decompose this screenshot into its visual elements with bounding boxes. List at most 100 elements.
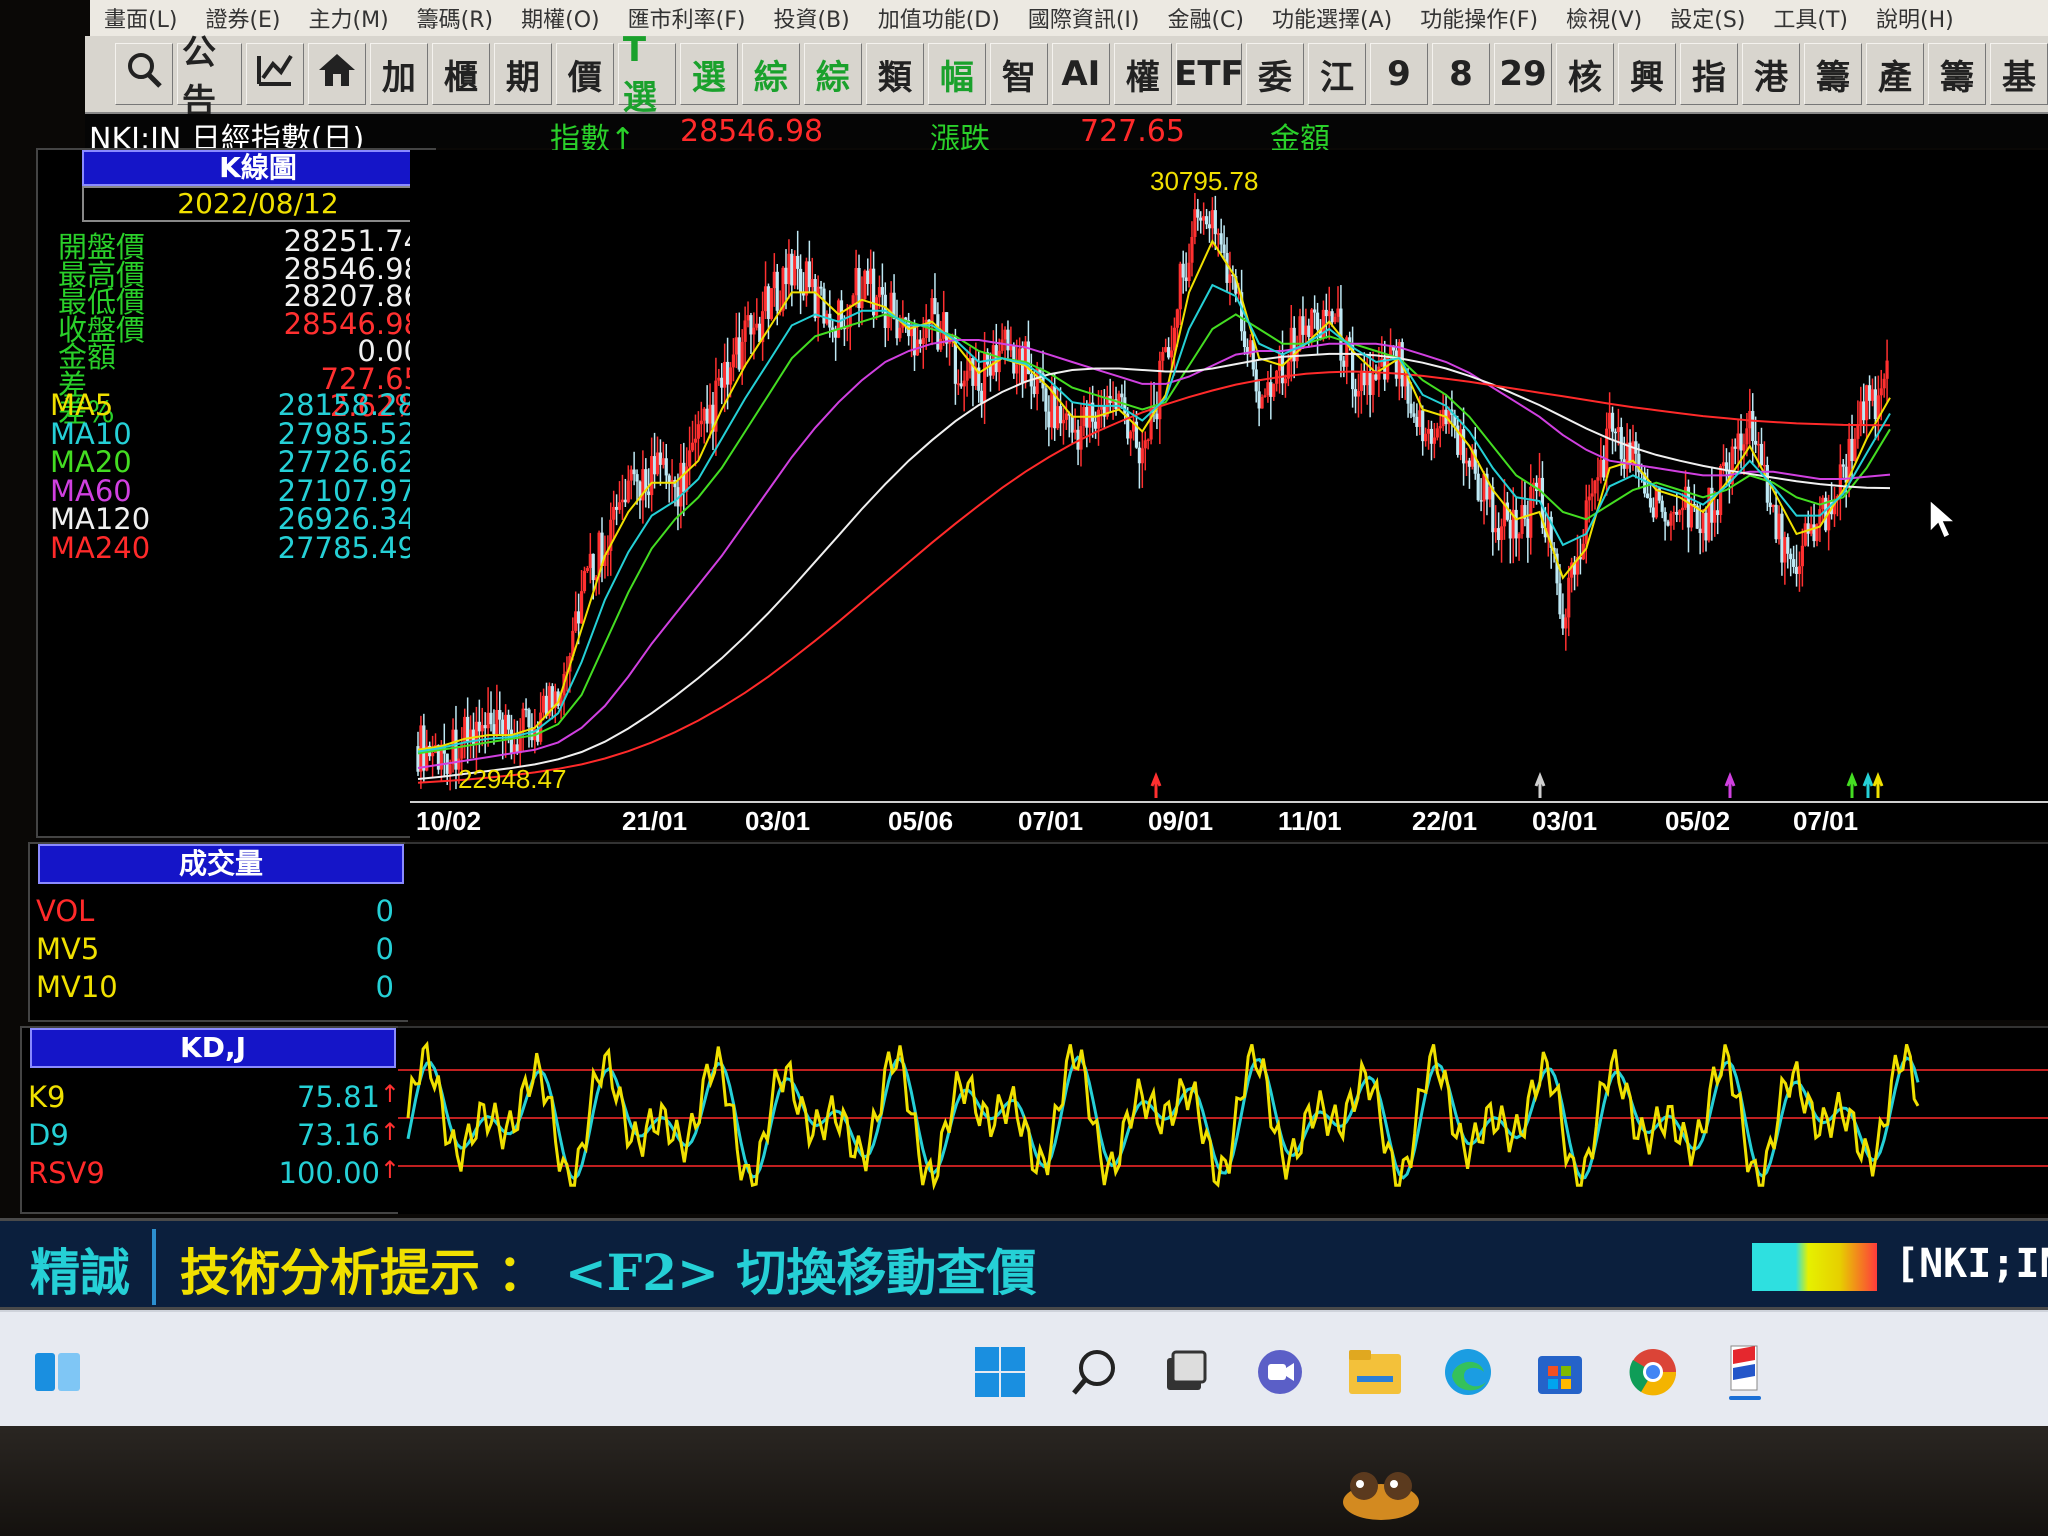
- candle-body: [1786, 537, 1790, 554]
- candle-body: [1561, 614, 1565, 629]
- task-view-icon[interactable]: [1155, 1342, 1215, 1402]
- toolbar-button[interactable]: 櫃: [431, 43, 490, 105]
- toolbar-button[interactable]: 選: [679, 43, 738, 105]
- menu-item[interactable]: 籌碼(R): [403, 2, 507, 34]
- toolbar-button[interactable]: 價: [555, 43, 614, 105]
- chrome-icon[interactable]: [1623, 1342, 1683, 1402]
- candle-body: [1590, 493, 1594, 497]
- menu-item[interactable]: 功能操作(F): [1406, 2, 1552, 34]
- kline-chart[interactable]: 30795.78 22948.47 10/02 21/01 03/01 05/06 07/0…: [410, 150, 2048, 840]
- toolbar-button[interactable]: 綜: [741, 43, 800, 105]
- toolbar-button[interactable]: 產: [1866, 43, 1924, 105]
- toolbar-button[interactable]: 8: [1432, 43, 1490, 105]
- toolbar-button[interactable]: ETF: [1174, 43, 1244, 105]
- menu-item[interactable]: 工具(T): [1759, 2, 1862, 34]
- candle-body: [1806, 523, 1810, 534]
- candle-body: [1616, 427, 1620, 433]
- windows-start-icon[interactable]: [970, 1342, 1030, 1402]
- kline-date: 2022/08/12: [82, 186, 434, 222]
- event-marker-icon: [1150, 771, 1162, 798]
- candle-body: [772, 271, 776, 289]
- candle-body: [1678, 510, 1682, 515]
- widgets-icon[interactable]: [28, 1342, 88, 1402]
- candle-body: [506, 714, 511, 730]
- menu-item[interactable]: 說明(H): [1862, 2, 1968, 34]
- search-icon[interactable]: [1065, 1342, 1125, 1402]
- row-label: MV10: [36, 970, 118, 1004]
- toolbar-button[interactable]: 委: [1246, 43, 1304, 105]
- info-row: MV5 0: [30, 932, 406, 966]
- toolbar-button[interactable]: 加: [369, 43, 428, 105]
- candle-body: [1768, 502, 1772, 508]
- candle-body: [1756, 443, 1761, 446]
- chart-edit-button[interactable]: [245, 43, 304, 105]
- file-explorer-icon[interactable]: [1345, 1342, 1405, 1402]
- candle-body: [945, 312, 949, 344]
- toolbar-button[interactable]: 興: [1618, 43, 1676, 105]
- toolbar-button[interactable]: 指: [1680, 43, 1738, 105]
- home-button[interactable]: [307, 43, 366, 105]
- candle-body: [1479, 500, 1483, 502]
- up-arrow-icon: ↑: [379, 1156, 400, 1184]
- toolbar-button[interactable]: 29: [1494, 43, 1552, 105]
- candle-body: [1648, 498, 1653, 508]
- menu-item[interactable]: 期權(O): [507, 2, 613, 34]
- candle-body: [1307, 325, 1311, 337]
- candle-body: [1155, 413, 1159, 420]
- menu-item[interactable]: 加值功能(D): [864, 2, 1014, 34]
- toolbar-button[interactable]: 權: [1113, 43, 1172, 105]
- x-tick-label: 03/01: [1532, 806, 1597, 836]
- toolbar-button[interactable]: 綜: [803, 43, 862, 105]
- candle-body: [448, 764, 452, 774]
- menu-item[interactable]: 投資(B): [759, 2, 863, 34]
- toolbar-button[interactable]: 港: [1742, 43, 1800, 105]
- menu-item[interactable]: 國際資訊(I): [1014, 2, 1154, 34]
- toolbar-button[interactable]: 核: [1556, 43, 1614, 105]
- toolbar-button[interactable]: 期: [493, 43, 552, 105]
- tip-separator: [152, 1229, 156, 1305]
- row-value: 73.16: [296, 1118, 380, 1152]
- menu-item[interactable]: 主力(M): [295, 2, 403, 34]
- toolbar-button[interactable]: T選: [617, 30, 676, 118]
- toolbar-button[interactable]: 基: [1990, 43, 2048, 105]
- trading-app-icon[interactable]: [1715, 1342, 1775, 1402]
- toolbar-button[interactable]: 籌: [1804, 43, 1862, 105]
- candle-body: [1432, 437, 1436, 444]
- candle-body: [699, 420, 703, 425]
- candle-body: [731, 354, 736, 368]
- search-button[interactable]: [115, 43, 173, 105]
- volume-panel-title: 成交量: [38, 844, 404, 884]
- toolbar-button[interactable]: 公告: [177, 33, 242, 122]
- volume-chart[interactable]: [405, 842, 2048, 1020]
- menu-item[interactable]: 檢視(V): [1552, 2, 1656, 34]
- candle-body: [585, 568, 589, 572]
- edge-icon[interactable]: [1438, 1342, 1498, 1402]
- candle-body: [1140, 448, 1144, 464]
- candle-body: [477, 721, 481, 732]
- menu-item[interactable]: 功能選擇(A): [1258, 2, 1406, 34]
- candle-body: [799, 268, 803, 293]
- candle-body: [1056, 406, 1060, 429]
- toolbar-button[interactable]: 江: [1308, 43, 1366, 105]
- candle-body: [1210, 210, 1215, 229]
- candle-body: [1310, 309, 1314, 337]
- candle-body: [1204, 216, 1209, 225]
- kd-chart[interactable]: [398, 1026, 2048, 1214]
- toolbar-button[interactable]: 9: [1370, 43, 1428, 105]
- candle-body: [1783, 537, 1787, 563]
- menu-item[interactable]: 金融(C): [1153, 2, 1258, 34]
- candle-body: [1365, 373, 1369, 386]
- toolbar-button[interactable]: 幅: [927, 43, 986, 105]
- candle-body: [1733, 446, 1737, 449]
- toolbar-button[interactable]: 智: [989, 43, 1048, 105]
- monitor-screen: 畫面(L) 證券(E) 主力(M) 籌碼(R) 期權(O) 匯市利率(F) 投資(B) 加值功…: [0, 0, 2048, 1536]
- toolbar-button[interactable]: 類: [865, 43, 924, 105]
- candle-body: [1689, 503, 1693, 528]
- candle-body: [1704, 512, 1708, 541]
- toolbar-button[interactable]: AI: [1051, 43, 1110, 105]
- chat-icon[interactable]: [1250, 1342, 1310, 1402]
- menu-item[interactable]: 畫面(L): [90, 2, 191, 34]
- toolbar-button[interactable]: 籌: [1928, 43, 1986, 105]
- store-icon[interactable]: [1530, 1342, 1590, 1402]
- menu-item[interactable]: 設定(S): [1656, 2, 1759, 34]
